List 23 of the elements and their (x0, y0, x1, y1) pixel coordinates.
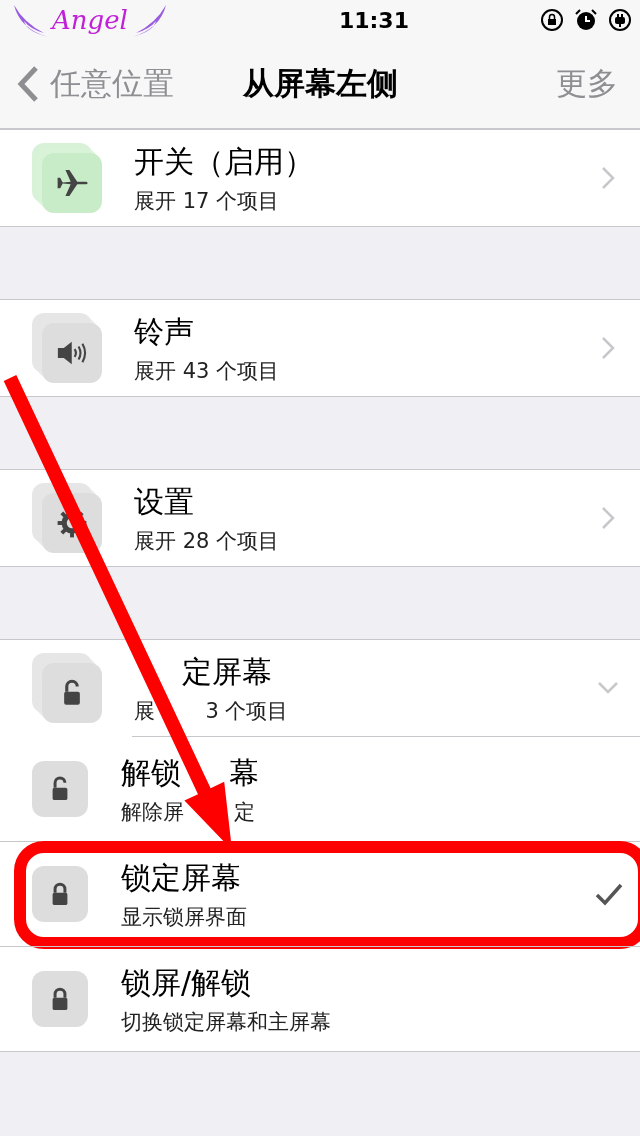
row-title: 解锁 幕 (121, 753, 259, 792)
row-subtitle: 展开 17 个项目 (134, 187, 281, 215)
carrier-logo: Angel (52, 5, 128, 35)
back-chevron-icon (16, 64, 40, 104)
clock-time: 11:31 (338, 7, 409, 33)
rotation-lock-icon (540, 8, 564, 32)
row-subtitle: 解除屏 定 (121, 798, 257, 826)
row-subtitle: 展开 28 个项目 (134, 527, 280, 555)
more-button[interactable]: 更多 (550, 62, 624, 106)
plug-icon (608, 8, 632, 32)
row-title: 设置 (134, 482, 195, 521)
row-title: 开关（启用） (134, 142, 314, 181)
row-subtitle: 切换锁定屏幕和主屏幕 (121, 1008, 331, 1036)
nav-title: 从屏幕左侧 (242, 65, 398, 101)
row-title: 定屏幕 (181, 652, 273, 691)
row-subtitle: 展 3 个项目 (134, 697, 289, 725)
row-subtitle: 显示锁屏界面 (121, 903, 247, 931)
back-button[interactable]: 任意位置 (16, 63, 174, 105)
row-title: 锁屏/解锁 (121, 963, 253, 1002)
alarm-icon (574, 8, 598, 32)
row-title: 锁定屏幕 (121, 858, 242, 897)
row-subtitle: 展开 43 个项目 (134, 357, 280, 385)
row-title: 铃声 (134, 312, 195, 351)
